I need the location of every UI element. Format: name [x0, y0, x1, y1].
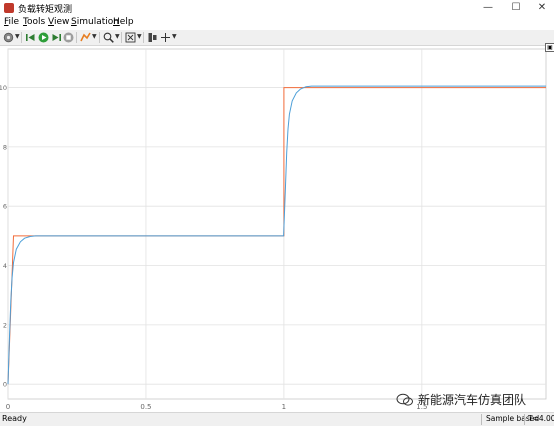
- menu-bar: File Tools View Simulation Help: [0, 16, 554, 30]
- y-tick-label: 2: [3, 321, 7, 329]
- x-tick-label: 0: [6, 403, 10, 411]
- toolbar-separator: [76, 32, 77, 43]
- menu-simulation[interactable]: Simulation: [71, 17, 119, 27]
- status-bar: Ready Sample based T=4.000: [0, 412, 554, 426]
- highlight-dropdown-icon[interactable]: ▼: [92, 33, 97, 40]
- zoom-icon[interactable]: [103, 32, 114, 43]
- triggers-icon[interactable]: [147, 32, 158, 43]
- zoom-dropdown-icon[interactable]: ▼: [115, 33, 120, 40]
- highlight-icon[interactable]: [80, 32, 91, 43]
- status-separator: [524, 414, 525, 425]
- x-tick-label: 1: [282, 403, 286, 411]
- scope-plot-area[interactable]: ▣ 00.511.522.533.50246810: [0, 43, 554, 412]
- menu-help[interactable]: Help: [113, 17, 134, 27]
- y-tick-label: 10: [0, 84, 7, 92]
- toolbar: ▼ ▼ ▼ ▼ ▼: [0, 30, 554, 46]
- cursor-measure-icon[interactable]: [160, 32, 171, 43]
- fit-dropdown-icon[interactable]: ▼: [137, 33, 142, 40]
- step-back-icon[interactable]: [25, 32, 36, 43]
- watermark-text: 新能源汽车仿真团队: [418, 393, 527, 407]
- window-title: 负载转矩观测: [18, 5, 73, 15]
- app-icon: [4, 3, 14, 13]
- menu-file[interactable]: File: [4, 17, 19, 27]
- status-time: T=4.000: [528, 414, 554, 423]
- minimize-button[interactable]: —: [474, 0, 502, 16]
- plot-frame: [7, 48, 547, 400]
- measure-dropdown-icon[interactable]: ▼: [172, 33, 177, 40]
- toolbar-separator: [99, 32, 100, 43]
- y-tick-label: 6: [3, 203, 7, 211]
- toolbar-separator: [143, 32, 144, 43]
- maximize-button[interactable]: ☐: [502, 0, 530, 16]
- title-bar: 负载转矩观测 — ☐ ✕: [0, 0, 554, 16]
- close-button[interactable]: ✕: [528, 0, 554, 16]
- stop-icon[interactable]: [63, 32, 74, 43]
- toolbar-separator: [21, 32, 22, 43]
- run-icon[interactable]: [38, 32, 49, 43]
- step-forward-icon[interactable]: [51, 32, 62, 43]
- y-tick-label: 0: [3, 381, 7, 389]
- undock-icon[interactable]: ▣: [545, 43, 554, 52]
- x-tick-label: 0.5: [140, 403, 151, 411]
- menu-tools[interactable]: Tools: [23, 17, 45, 27]
- fit-to-view-icon[interactable]: [125, 32, 136, 43]
- watermark: 新能源汽车仿真团队: [396, 391, 526, 408]
- status-separator: [481, 414, 482, 425]
- scope-plot[interactable]: 00.511.522.533.50246810: [0, 46, 554, 412]
- settings-dropdown-icon[interactable]: ▼: [15, 33, 20, 40]
- wechat-logo-icon: [396, 393, 413, 406]
- status-ready: Ready: [2, 414, 27, 423]
- y-tick-label: 8: [3, 143, 7, 151]
- toolbar-separator: [121, 32, 122, 43]
- menu-view[interactable]: View: [48, 17, 69, 27]
- y-tick-label: 4: [3, 262, 7, 270]
- settings-icon[interactable]: [3, 32, 14, 43]
